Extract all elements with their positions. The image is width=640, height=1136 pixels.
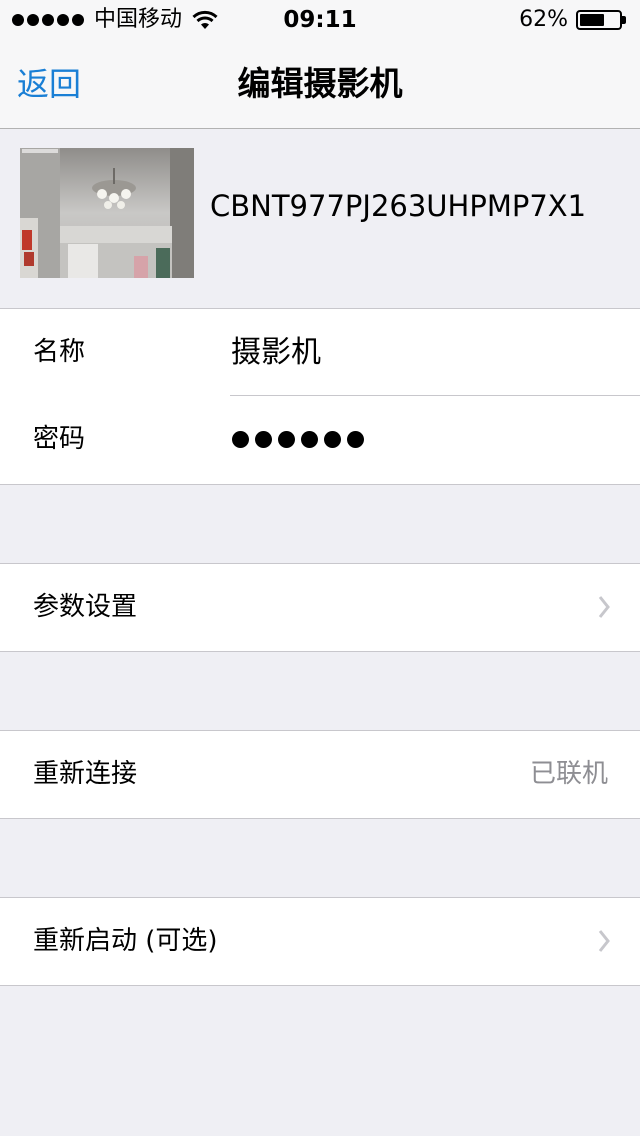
password-row[interactable]: 密码 — [0, 396, 640, 483]
restart-row[interactable]: 重新启动 (可选) — [0, 898, 640, 985]
restart-group: 重新启动 (可选) — [0, 897, 640, 986]
password-mask-dot — [255, 431, 272, 448]
params-settings-row[interactable]: 参数设置 — [0, 564, 640, 651]
password-field[interactable] — [232, 431, 364, 448]
reconnect-label: 重新连接 — [33, 759, 138, 789]
reconnect-group: 重新连接 已联机 — [0, 730, 640, 819]
connection-status: 已联机 — [529, 759, 608, 789]
battery-percent: 62% — [519, 7, 568, 32]
camera-id: CBNT977PJ263UHPMP7X1 — [210, 189, 587, 223]
name-label: 名称 — [33, 337, 86, 367]
restart-label: 重新启动 (可选) — [33, 926, 218, 956]
name-row[interactable]: 名称 摄影机 — [0, 309, 640, 396]
camera-thumbnail[interactable] — [20, 148, 194, 278]
password-mask-dot — [278, 431, 295, 448]
params-settings-label: 参数设置 — [33, 592, 138, 622]
battery-nub — [622, 16, 626, 24]
status-bar: 中国移动 09:11 62% — [0, 0, 640, 40]
password-mask-dot — [324, 431, 341, 448]
password-mask-dot — [232, 431, 249, 448]
name-field[interactable]: 摄影机 — [231, 309, 321, 396]
reconnect-row[interactable]: 重新连接 已联机 — [0, 731, 640, 818]
page-title: 编辑摄影机 — [237, 64, 403, 103]
camera-details-group: 名称 摄影机 密码 — [0, 308, 640, 485]
battery-icon — [576, 10, 622, 30]
battery-fill — [580, 14, 604, 26]
password-label: 密码 — [33, 424, 86, 454]
settings-group: 参数设置 — [0, 563, 640, 652]
navigation-bar: 返回 编辑摄影机 — [0, 40, 640, 129]
chevron-right-icon — [598, 596, 610, 618]
password-mask-dot — [301, 431, 318, 448]
chevron-right-icon — [598, 930, 610, 952]
camera-header: CBNT977PJ263UHPMP7X1 — [0, 129, 640, 309]
password-mask-dot — [347, 431, 364, 448]
